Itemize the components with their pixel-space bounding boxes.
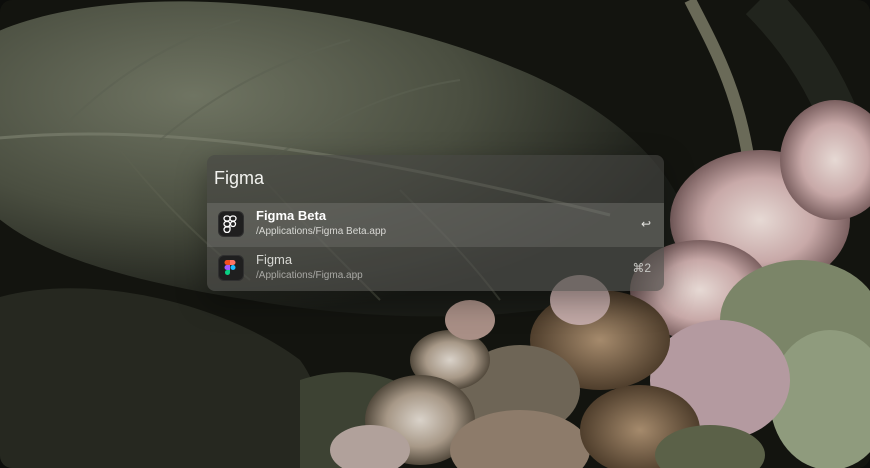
desktop: Figma Beta /Applications/Figma Beta.app … — [0, 0, 870, 468]
result-figma[interactable]: Figma /Applications/Figma.app ⌘2 — [207, 247, 664, 291]
app-launcher: Figma Beta /Applications/Figma Beta.app … — [207, 155, 664, 291]
result-name: Figma — [256, 252, 293, 267]
search-row — [207, 155, 664, 200]
result-path: /Applications/Figma.app — [256, 270, 363, 281]
return-key-hint: ↩ — [640, 217, 651, 231]
figma-icon — [218, 255, 244, 281]
figma-beta-icon — [218, 211, 244, 237]
result-name: Figma Beta — [256, 208, 327, 223]
result-figma-beta[interactable]: Figma Beta /Applications/Figma Beta.app … — [207, 203, 664, 247]
result-path: /Applications/Figma Beta.app — [256, 226, 387, 237]
command-shortcut: ⌘2 — [632, 261, 651, 275]
results-list: Figma Beta /Applications/Figma Beta.app … — [207, 203, 664, 291]
search-input[interactable] — [214, 165, 644, 191]
